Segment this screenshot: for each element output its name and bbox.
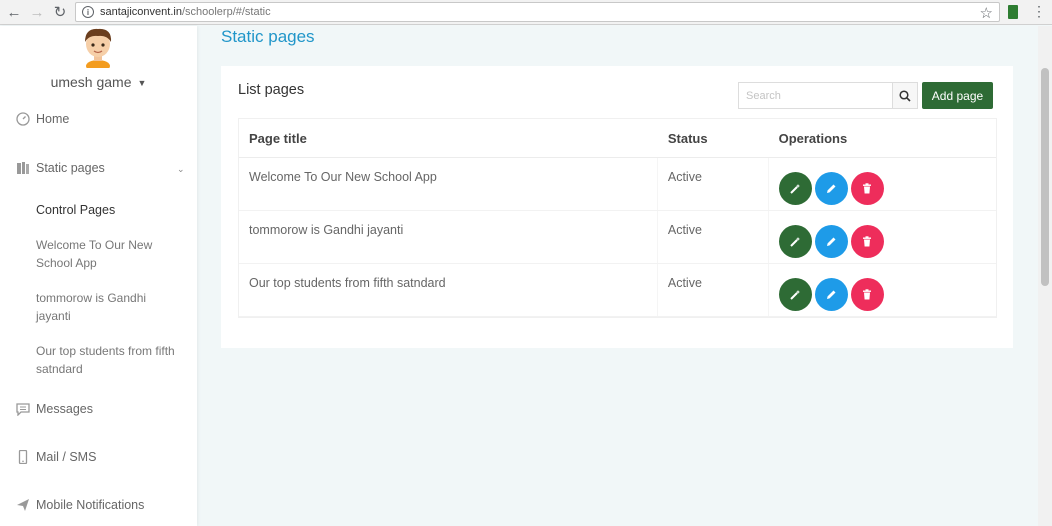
pencil-icon <box>826 237 836 246</box>
column-header-status[interactable]: Status <box>658 119 769 157</box>
user-name: umesh game <box>50 74 132 90</box>
back-icon[interactable]: ← <box>3 1 25 23</box>
sidebar-subitem-page[interactable]: tommorow is Gandhi jayanti <box>36 289 176 325</box>
edit-button[interactable] <box>814 225 848 258</box>
view-button[interactable] <box>778 278 812 311</box>
pages-card: List pages Add page Page title Status Op… <box>221 66 1013 348</box>
status-cell: Active <box>658 264 769 316</box>
sidebar-item-messages[interactable]: Messages <box>16 402 93 416</box>
message-icon <box>16 402 30 416</box>
page-title-cell: tommorow is Gandhi jayanti <box>239 211 658 263</box>
trash-icon <box>863 183 872 194</box>
pages-table: Page title Status Operations Welcome To … <box>238 118 997 318</box>
page-scrollbar[interactable] <box>1038 26 1052 526</box>
card-title: List pages <box>238 82 305 98</box>
table-row: Welcome To Our New School App Active <box>239 158 996 211</box>
magic-wand-icon <box>790 236 801 247</box>
magic-wand-icon <box>790 183 801 194</box>
pencil-icon <box>826 184 836 193</box>
browser-menu-icon[interactable]: ⋮ <box>1032 3 1046 20</box>
sidebar-item-mobile-notifications[interactable]: Mobile Notifications <box>16 498 144 512</box>
search-input[interactable] <box>739 83 893 108</box>
url-path: /schoolerp/#/static <box>181 6 271 18</box>
sidebar: umesh game ▼ Home Static pages ⌄ Control … <box>0 26 197 526</box>
scrollbar-thumb[interactable] <box>1041 68 1049 286</box>
edit-button[interactable] <box>814 172 848 205</box>
pencil-icon <box>826 290 836 299</box>
address-bar[interactable]: i santajiconvent.in/schoolerp/#/static ☆ <box>75 2 1000 22</box>
search-box <box>738 82 918 109</box>
chevron-down-icon[interactable]: ⌄ <box>177 164 185 175</box>
forward-icon[interactable]: → <box>26 1 48 23</box>
sidebar-item-label: Home <box>36 112 70 126</box>
sidebar-item-mail-sms[interactable]: Mail / SMS <box>16 450 96 464</box>
user-menu[interactable]: umesh game ▼ <box>0 74 197 90</box>
url-host: santajiconvent.in <box>100 6 182 18</box>
column-header-operations: Operations <box>778 130 848 146</box>
page-title-cell: Welcome To Our New School App <box>239 158 658 210</box>
status-cell: Active <box>658 211 769 263</box>
sidebar-subitem-page[interactable]: Our top students from fifth satndard <box>36 342 176 378</box>
table-header: Page title Status Operations <box>239 119 996 158</box>
delete-button[interactable] <box>850 172 884 205</box>
bookmark-star-icon[interactable]: ☆ <box>980 4 993 22</box>
sidebar-item-label: Static pages <box>36 161 105 175</box>
add-page-button[interactable]: Add page <box>922 82 993 109</box>
info-icon[interactable]: i <box>82 6 94 18</box>
operations-cell <box>769 264 996 316</box>
view-button[interactable] <box>778 225 812 258</box>
send-icon <box>16 498 30 512</box>
delete-button[interactable] <box>850 225 884 258</box>
view-button[interactable] <box>778 172 812 205</box>
page-title-cell: Our top students from fifth satndard <box>239 264 658 316</box>
table-row: Our top students from fifth satndard Act… <box>239 264 996 317</box>
extension-icon[interactable] <box>1008 5 1018 19</box>
operations-cell <box>769 211 996 263</box>
avatar <box>85 28 112 68</box>
magic-wand-icon <box>790 289 801 300</box>
trash-icon <box>863 289 872 300</box>
column-header-page-title[interactable]: Page title <box>239 119 658 157</box>
table-row: tommorow is Gandhi jayanti Active <box>239 211 996 264</box>
sidebar-item-label: Mail / SMS <box>36 450 97 464</box>
sidebar-item-home[interactable]: Home <box>16 112 69 126</box>
delete-button[interactable] <box>850 278 884 311</box>
status-cell: Active <box>658 158 769 210</box>
page-title: Static pages <box>221 27 315 46</box>
phone-icon <box>16 450 30 464</box>
dashboard-icon <box>16 112 30 126</box>
operations-cell <box>769 158 996 210</box>
search-icon <box>899 89 911 102</box>
sidebar-item-static-pages[interactable]: Static pages <box>16 161 105 175</box>
book-icon <box>16 161 30 175</box>
sidebar-subitem-control-pages[interactable]: Control Pages <box>36 201 176 219</box>
sidebar-item-label: Messages <box>36 402 93 416</box>
url-text: santajiconvent.in/schoolerp/#/static <box>100 6 271 18</box>
caret-down-icon: ▼ <box>137 78 147 88</box>
sidebar-item-label: Mobile Notifications <box>36 498 145 512</box>
trash-icon <box>863 236 872 247</box>
reload-icon[interactable]: ↻ <box>49 1 71 23</box>
edit-button[interactable] <box>814 278 848 311</box>
sidebar-subitem-page[interactable]: Welcome To Our New School App <box>36 236 176 272</box>
browser-toolbar: ← → ↻ i santajiconvent.in/schoolerp/#/st… <box>0 0 1052 25</box>
search-button[interactable] <box>892 83 917 108</box>
